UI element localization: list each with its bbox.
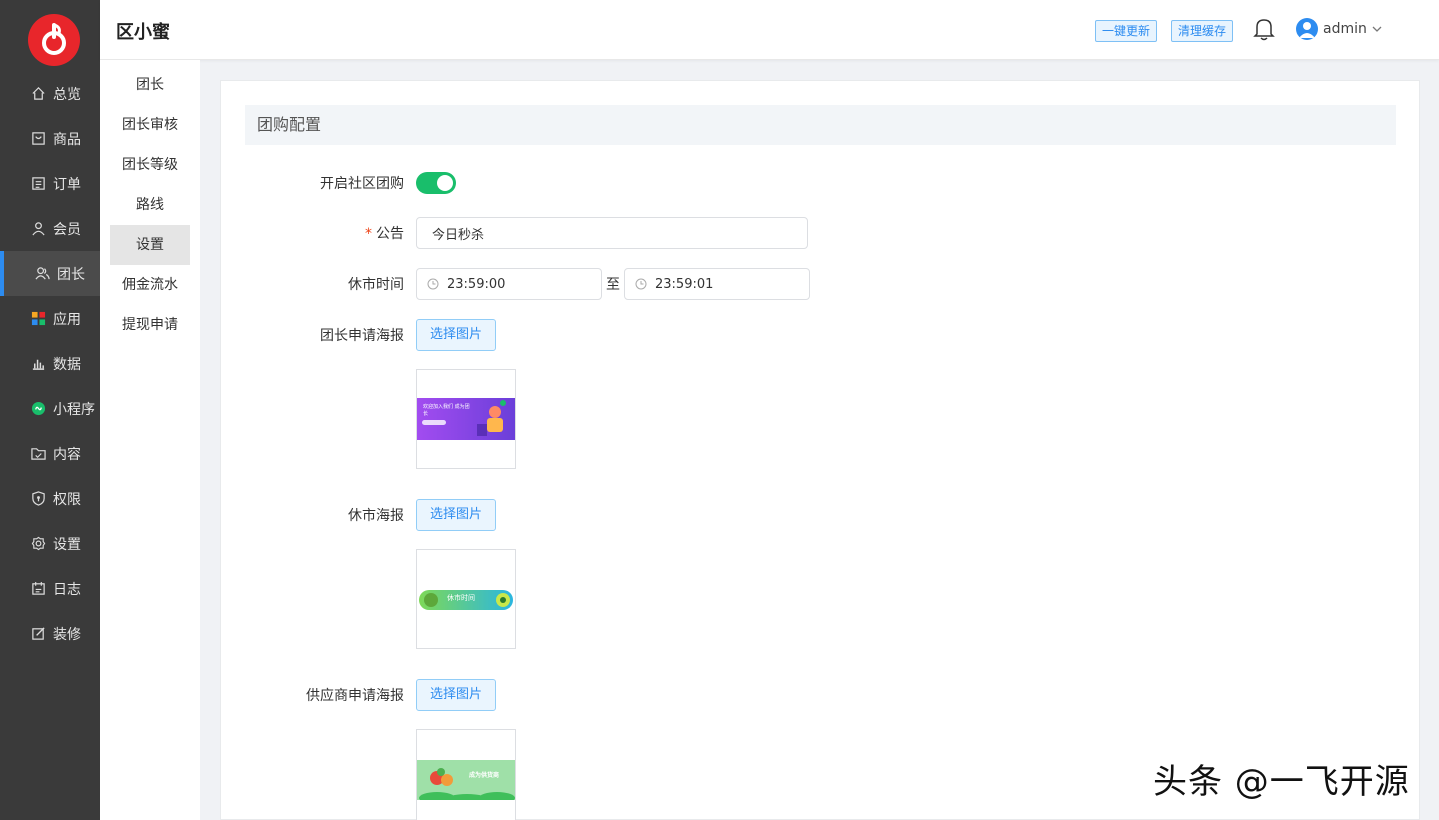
subnav-item-route[interactable]: 路线 bbox=[110, 185, 190, 225]
clock-icon bbox=[635, 278, 647, 290]
sidebar-item-data[interactable]: 数据 bbox=[0, 341, 100, 386]
logo-icon bbox=[42, 23, 66, 55]
close-poster-select-button[interactable]: 选择图片 bbox=[416, 499, 496, 531]
settings-icon bbox=[30, 536, 46, 552]
sidebar-item-overview[interactable]: 总览 bbox=[0, 71, 100, 116]
chevron-down-icon[interactable] bbox=[1370, 22, 1384, 36]
sidebar-item-members[interactable]: 会员 bbox=[0, 206, 100, 251]
order-icon bbox=[30, 176, 46, 192]
close-time-label: 休市时间 bbox=[348, 277, 404, 293]
subnav-item-withdraw[interactable]: 提现申请 bbox=[110, 305, 190, 345]
sidebar-item-label: 团长 bbox=[57, 266, 85, 283]
bell-icon[interactable] bbox=[1253, 17, 1275, 41]
notice-input[interactable] bbox=[416, 217, 808, 249]
sidebar-item-label: 装修 bbox=[53, 626, 81, 643]
section-title: 团购配置 bbox=[245, 105, 1396, 145]
member-icon bbox=[30, 221, 46, 237]
close-poster-text: 休市时间 bbox=[447, 594, 475, 602]
goods-icon bbox=[30, 131, 46, 147]
sidebar-item-content[interactable]: 内容 bbox=[0, 431, 100, 476]
user-name[interactable]: admin bbox=[1323, 21, 1367, 37]
supplier-poster-text: 成为供货商 bbox=[469, 772, 500, 779]
supplier-poster-label: 供应商申请海报 bbox=[306, 688, 404, 704]
close-time-end-picker[interactable]: 23:59:01 bbox=[624, 268, 810, 300]
subnav-item-leader-level[interactable]: 团长等级 bbox=[110, 145, 190, 185]
leader-poster-thumbnail[interactable]: 欢迎加入我们 成为团长 bbox=[416, 369, 516, 469]
close-time-start-value: 23:59:00 bbox=[447, 276, 506, 292]
required-mark: * bbox=[365, 226, 372, 242]
avatar[interactable] bbox=[1296, 18, 1318, 40]
subnav-item-leader-review[interactable]: 团长审核 bbox=[110, 105, 190, 145]
leader-poster-text: 欢迎加入我们 成为团长 bbox=[423, 404, 470, 417]
top-header: 区小蜜 一键更新 清理缓存 admin bbox=[100, 0, 1439, 60]
sidebar-item-leader[interactable]: 团长 bbox=[0, 251, 100, 296]
sidebar-item-label: 商品 bbox=[53, 131, 81, 148]
toggle-knob bbox=[437, 175, 453, 191]
log-icon bbox=[30, 581, 46, 597]
chart-icon bbox=[30, 356, 46, 372]
apps-icon bbox=[30, 311, 46, 327]
app-logo[interactable] bbox=[28, 14, 80, 66]
sidebar-item-apps[interactable]: 应用 bbox=[0, 296, 100, 341]
range-separator: 至 bbox=[606, 277, 620, 293]
leader-icon bbox=[34, 266, 50, 282]
leader-poster-select-button[interactable]: 选择图片 bbox=[416, 319, 496, 351]
main-sidebar: 总览 商品 订单 会员 团长 应用 数据 小程序 内容 权限 设置 日志 装修 bbox=[0, 0, 100, 820]
supplier-poster-select-button[interactable]: 选择图片 bbox=[416, 679, 496, 711]
notice-label-text: 公告 bbox=[376, 226, 404, 242]
leader-poster-label: 团长申请海报 bbox=[320, 328, 404, 344]
sidebar-item-miniprogram[interactable]: 小程序 bbox=[0, 386, 100, 431]
app-title: 区小蜜 bbox=[116, 22, 170, 43]
sidebar-item-label: 权限 bbox=[53, 491, 81, 508]
clear-cache-button[interactable]: 清理缓存 bbox=[1171, 20, 1234, 42]
sidebar-item-label: 应用 bbox=[53, 311, 81, 328]
subnav-item-leader[interactable]: 团长 bbox=[110, 65, 190, 105]
sidebar-item-permission[interactable]: 权限 bbox=[0, 476, 100, 521]
one-click-update-button[interactable]: 一键更新 bbox=[1095, 20, 1158, 42]
sidebar-item-label: 设置 bbox=[53, 536, 81, 553]
sidebar-item-decorate[interactable]: 装修 bbox=[0, 611, 100, 656]
decorate-icon bbox=[30, 626, 46, 642]
sidebar-item-label: 小程序 bbox=[53, 401, 95, 418]
permission-icon bbox=[30, 491, 46, 507]
sidebar-item-label: 数据 bbox=[53, 356, 81, 373]
subnav-item-commission[interactable]: 佣金流水 bbox=[110, 265, 190, 305]
sidebar-item-label: 总览 bbox=[53, 86, 81, 103]
supplier-poster-image bbox=[417, 760, 515, 800]
sidebar-item-label: 日志 bbox=[53, 581, 81, 598]
sidebar-item-settings[interactable]: 设置 bbox=[0, 521, 100, 566]
sidebar-item-log[interactable]: 日志 bbox=[0, 566, 100, 611]
sidebar-item-goods[interactable]: 商品 bbox=[0, 116, 100, 161]
home-icon bbox=[30, 86, 46, 102]
settings-card: 团购配置 开启社区团购 *公告 休市时间 23:59:00 至 23:59:01… bbox=[220, 80, 1420, 820]
user-icon bbox=[1299, 22, 1315, 38]
enable-group-buy-toggle[interactable] bbox=[416, 172, 456, 194]
clock-icon bbox=[427, 278, 439, 290]
sub-sidebar: 团长 团长审核 团长等级 路线 设置 佣金流水 提现申请 bbox=[100, 60, 200, 820]
close-time-end-value: 23:59:01 bbox=[655, 276, 714, 292]
miniprogram-icon bbox=[30, 401, 46, 417]
supplier-poster-thumbnail[interactable]: 成为供货商 bbox=[416, 729, 516, 820]
sidebar-item-label: 内容 bbox=[53, 446, 81, 463]
notice-label: * 公告 bbox=[221, 223, 404, 243]
close-poster-thumbnail[interactable]: 休市时间 bbox=[416, 549, 516, 649]
sidebar-item-orders[interactable]: 订单 bbox=[0, 161, 100, 206]
subnav-item-settings[interactable]: 设置 bbox=[110, 225, 190, 265]
close-poster-label: 休市海报 bbox=[348, 508, 404, 524]
sidebar-item-label: 订单 bbox=[53, 176, 81, 193]
enable-label: 开启社区团购 bbox=[320, 176, 404, 192]
close-time-start-picker[interactable]: 23:59:00 bbox=[416, 268, 602, 300]
content-icon bbox=[30, 446, 46, 462]
sidebar-item-label: 会员 bbox=[53, 221, 81, 238]
watermark: 头条 @一飞开源 bbox=[1153, 762, 1410, 802]
